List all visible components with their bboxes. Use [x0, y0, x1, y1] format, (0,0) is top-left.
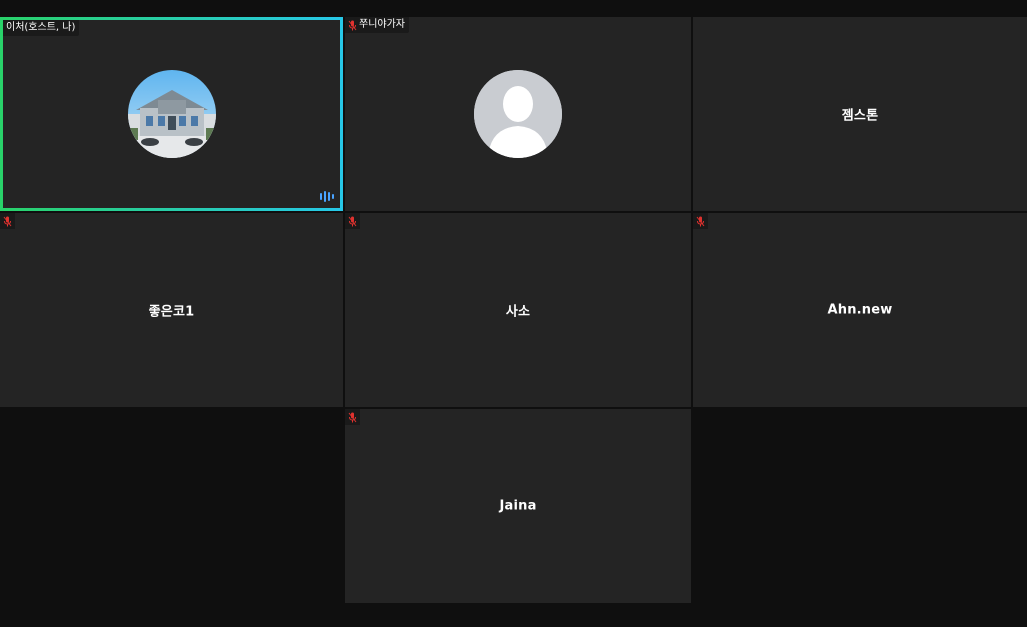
participant-display-name: 좋은코1	[148, 304, 195, 320]
speaking-indicator-icon	[320, 191, 334, 202]
participant-tile[interactable]: 좋은코1	[0, 213, 343, 407]
mute-badge	[345, 213, 360, 229]
participant-tile[interactable]: Ahn.new	[693, 213, 1027, 407]
participant-display-name: Ahn.new	[827, 302, 893, 318]
mute-badge	[0, 213, 15, 229]
default-avatar-icon	[474, 70, 562, 158]
participant-tile[interactable]: Jaina	[345, 409, 691, 603]
mute-badge	[693, 213, 708, 229]
mic-muted-icon	[696, 216, 705, 226]
mic-muted-icon	[348, 20, 357, 30]
mic-muted-icon	[3, 216, 12, 226]
participant-tile[interactable]: 쭈니야가자	[345, 17, 691, 211]
mute-badge	[345, 409, 360, 425]
participant-name: 쭈니야가자	[359, 19, 405, 30]
mic-muted-icon	[348, 412, 357, 422]
participant-tile-host[interactable]: 이처(호스트, 나)	[0, 17, 343, 211]
participant-display-name: 젬스톤	[841, 108, 879, 124]
participant-tile[interactable]: 젬스톤	[693, 17, 1027, 211]
participant-photo-avatar	[127, 70, 216, 158]
participant-tile[interactable]: 사소	[345, 213, 691, 407]
participant-name: 이처(호스트, 나)	[6, 22, 76, 33]
participant-name-tag: 쭈니야가자	[345, 17, 409, 33]
participant-display-name: Jaina	[499, 498, 537, 514]
mic-muted-icon	[348, 216, 357, 226]
participant-name-tag: 이처(호스트, 나)	[3, 20, 80, 36]
participant-display-name: 사소	[505, 304, 531, 320]
